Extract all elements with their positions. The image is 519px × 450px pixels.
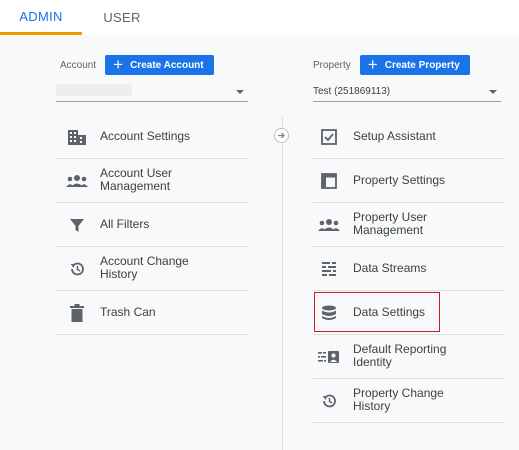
account-label: Account [60,59,97,71]
dropdown-arrow-icon [489,89,497,94]
people-icon [66,170,88,192]
reporting-identity-icon [318,346,340,368]
admin-tabs: ADMIN USER [0,0,519,35]
menu-item-account-user-management[interactable]: Account User Management [56,159,249,203]
menu-item-label: Account Settings [100,129,191,143]
menu-item-label: Trash Can [100,305,156,319]
account-header: Account + Create Account [60,55,214,75]
plus-icon: + [367,55,378,74]
menu-item-label: Property Change History [353,386,444,413]
dropdown-arrow-icon [236,89,244,94]
menu-item-label: Setup Assistant [353,129,436,143]
data-streams-icon [318,258,340,280]
trash-icon [66,302,88,324]
menu-item-setup-assistant[interactable]: Setup Assistant [313,115,504,159]
menu-item-account-settings[interactable]: Account Settings [56,115,249,159]
history-icon [318,390,340,412]
property-settings-icon [318,170,340,192]
account-select-value [56,84,236,99]
redacted-account-name [56,84,132,96]
account-settings-icon [66,126,88,148]
tab-admin[interactable]: ADMIN [0,0,82,35]
menu-item-trash-can[interactable]: Trash Can [56,291,249,335]
property-label: Property [313,59,351,71]
menu-item-label: Default Reporting Identity [353,342,447,369]
create-account-label: Create Account [130,59,204,71]
account-select[interactable] [56,82,248,102]
menu-item-property-change-history[interactable]: Property Change History [313,379,504,423]
menu-item-label: Property Settings [353,173,446,187]
menu-item-default-reporting-identity[interactable]: Default Reporting Identity [313,335,504,379]
arrow-right-icon [278,132,285,139]
property-header: Property + Create Property [313,55,470,75]
menu-item-data-settings[interactable]: Data Settings [313,291,504,335]
menu-item-account-change-history[interactable]: Account Change History [56,247,249,291]
menu-item-property-user-management[interactable]: Property User Management [313,203,504,247]
property-select-value: Test (251869113) [313,86,391,97]
property-select[interactable]: Test (251869113) [313,82,501,102]
menu-item-all-filters[interactable]: All Filters [56,203,249,247]
create-property-label: Create Property [384,59,460,71]
menu-item-label: Data Streams [353,261,427,275]
create-account-button[interactable]: + Create Account [105,55,214,75]
tab-user[interactable]: USER [82,0,162,35]
menu-item-label: Data Settings [353,305,426,319]
menu-item-data-streams[interactable]: Data Streams [313,247,504,291]
account-menu: Account Settings Account User Management… [56,115,249,335]
history-icon [66,258,88,280]
people-icon [318,214,340,236]
database-icon [318,302,340,324]
admin-content: Account + Create Account Account Setting… [0,35,519,450]
menu-item-label: Account Change History [100,254,189,281]
menu-item-label: Property User Management [353,210,428,237]
column-divider [282,117,283,450]
menu-item-label: Account User Management [100,166,173,193]
plus-icon: + [113,55,124,74]
navigate-arrow-button[interactable] [274,128,289,143]
create-property-button[interactable]: + Create Property [359,55,470,75]
checkbox-icon [318,126,340,148]
menu-item-label: All Filters [100,217,150,231]
property-menu: Setup Assistant Property Settings Proper… [313,115,504,423]
filter-icon [66,214,88,236]
menu-item-property-settings[interactable]: Property Settings [313,159,504,203]
